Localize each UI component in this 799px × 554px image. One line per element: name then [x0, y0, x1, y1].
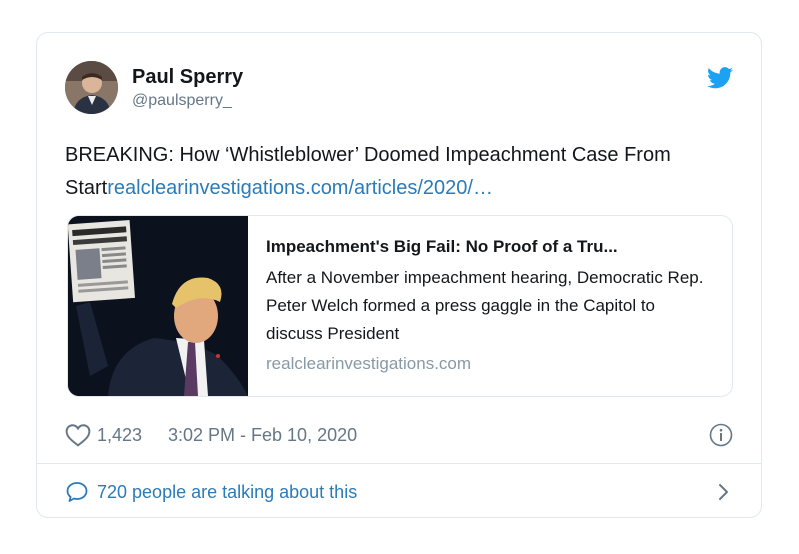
info-icon[interactable] [709, 423, 733, 447]
chevron-right-icon[interactable] [715, 481, 733, 503]
user-handle[interactable]: @paulsperry_ [132, 90, 243, 112]
link-preview-card[interactable]: Impeachment's Big Fail: No Proof of a Tr… [67, 215, 733, 397]
tweet-article-link[interactable]: realclearinvestigations.com/articles/202… [107, 177, 493, 199]
author-info[interactable]: Paul Sperry @paulsperry_ [132, 65, 243, 112]
divider [37, 463, 761, 464]
tweet-timestamp[interactable]: 3:02 PM - Feb 10, 2020 [168, 425, 357, 446]
avatar[interactable] [65, 61, 118, 114]
display-name[interactable]: Paul Sperry [132, 65, 243, 89]
card-description: After a November impeachment hearing, De… [266, 268, 704, 343]
tweet-text: BREAKING: How ‘Whistleblower’ Doomed Imp… [65, 139, 737, 205]
tweet-meta: 1,423 3:02 PM - Feb 10, 2020 [65, 421, 733, 451]
twitter-bird-icon[interactable] [707, 67, 733, 89]
heart-icon[interactable] [65, 423, 91, 447]
like-count[interactable]: 1,423 [97, 425, 142, 446]
comment-icon[interactable] [65, 480, 89, 504]
card-body[interactable]: Impeachment's Big Fail: No Proof of a Tr… [266, 236, 716, 376]
tweet-footer[interactable]: 720 people are talking about this [65, 477, 733, 507]
tweet-embed-card: Paul Sperry @paulsperry_ BREAKING: How ‘… [36, 32, 762, 518]
conversation-link[interactable]: 720 people are talking about this [97, 482, 357, 503]
tweet-header: Paul Sperry @paulsperry_ [65, 61, 733, 115]
card-thumbnail[interactable] [68, 216, 248, 396]
card-domain: realclearinvestigations.com [266, 354, 472, 373]
card-title[interactable]: Impeachment's Big Fail: No Proof of a Tr… [266, 236, 716, 258]
